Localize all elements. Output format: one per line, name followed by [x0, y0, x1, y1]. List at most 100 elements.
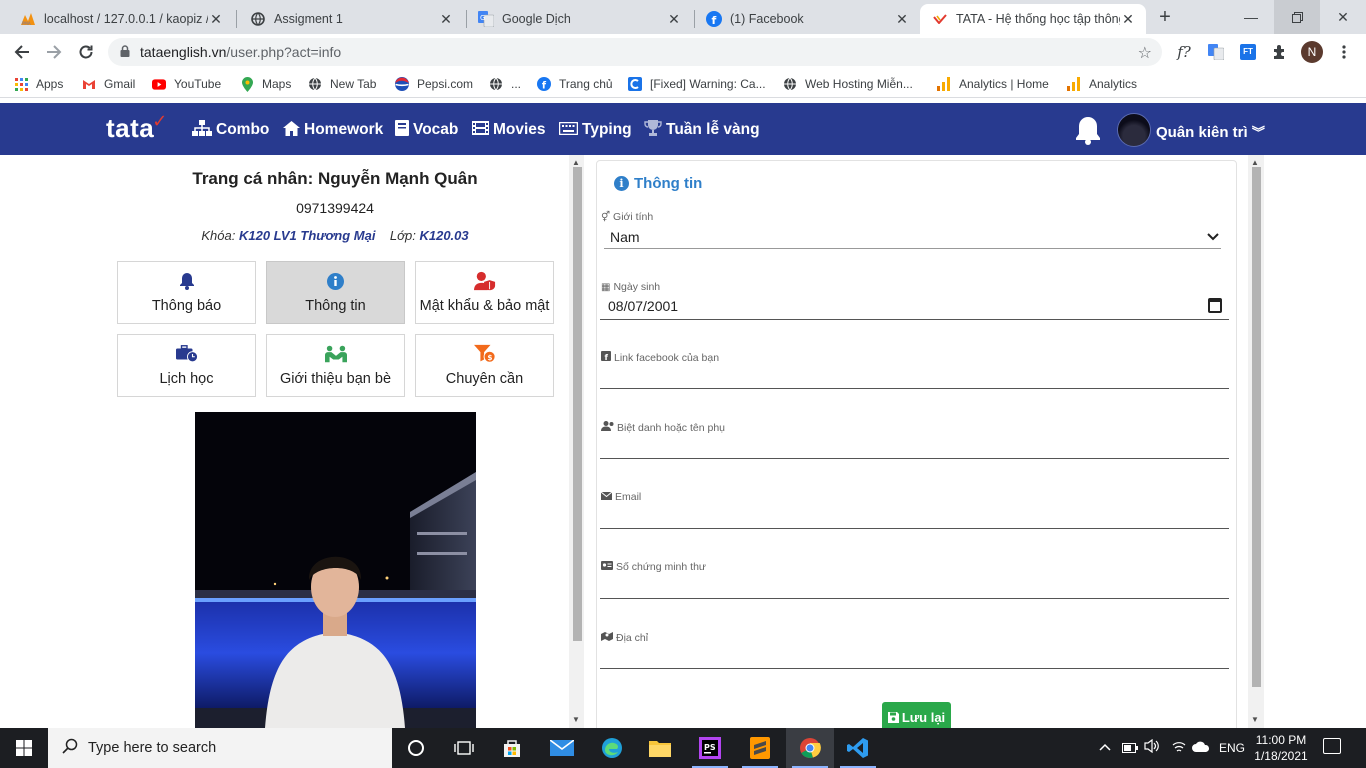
- clock[interactable]: 11:00 PM 1/18/2021: [1250, 732, 1312, 764]
- scroll-up-icon[interactable]: ▲: [1251, 158, 1259, 167]
- new-tab-button[interactable]: +: [1154, 6, 1176, 28]
- scroll-down-icon[interactable]: ▼: [572, 715, 580, 724]
- nav-movies[interactable]: Movies: [472, 120, 546, 140]
- notification-bell-icon[interactable]: [1074, 115, 1102, 152]
- chevron-up-icon[interactable]: [1099, 740, 1111, 754]
- menu-label: Chuyên cần: [445, 371, 524, 387]
- scroll-thumb[interactable]: [1252, 167, 1261, 687]
- file-explorer-icon[interactable]: [636, 728, 684, 768]
- close-tab-icon[interactable]: ✕: [438, 11, 454, 27]
- scroll-down-icon[interactable]: ▼: [1251, 715, 1259, 724]
- bookmark-fixed-warning[interactable]: [Fixed] Warning: Ca...: [628, 75, 766, 93]
- profile-avatar[interactable]: N: [1301, 41, 1323, 63]
- browser-tab-facebook[interactable]: f (1) Facebook ✕: [694, 4, 920, 34]
- nav-golden-week[interactable]: Tuần lễ vàng: [644, 120, 760, 140]
- task-view-icon[interactable]: [440, 728, 488, 768]
- user-menu[interactable]: Quân kiên trì ︾: [1156, 122, 1265, 141]
- kebab-menu-icon[interactable]: [1334, 42, 1354, 62]
- menu-schedule[interactable]: Lịch học: [117, 334, 256, 397]
- address-input[interactable]: [600, 646, 1229, 668]
- notification-center-icon[interactable]: [1323, 738, 1341, 754]
- cortana-icon[interactable]: [392, 728, 440, 768]
- birthday-underline: [600, 319, 1229, 320]
- gender-select[interactable]: Nam: [604, 227, 1221, 249]
- cloud-icon[interactable]: [1192, 741, 1210, 755]
- minimize-window-icon[interactable]: —: [1228, 0, 1274, 34]
- bookmark-gmail[interactable]: Gmail: [82, 75, 135, 93]
- back-arrow-icon[interactable]: [10, 40, 34, 64]
- bookmark-unnamed[interactable]: ...: [489, 75, 521, 93]
- id-card-icon: [601, 561, 613, 573]
- close-tab-icon[interactable]: ✕: [894, 11, 910, 27]
- bookmark-apps[interactable]: Apps: [14, 75, 63, 93]
- email-input[interactable]: [600, 506, 1229, 528]
- menu-info[interactable]: Thông tin: [266, 261, 405, 324]
- vscode-icon[interactable]: [834, 728, 882, 768]
- bookmark-youtube[interactable]: YouTube: [152, 75, 221, 93]
- menu-refer-friends[interactable]: Giới thiệu bạn bè: [266, 334, 405, 397]
- taskbar-search-input[interactable]: Type here to search: [48, 728, 392, 768]
- chrome-icon[interactable]: [786, 728, 834, 768]
- scroll-thumb[interactable]: [573, 167, 582, 641]
- birthday-input[interactable]: 08/07/2001: [600, 296, 1229, 318]
- left-panel-scrollbar[interactable]: ▲ ▼: [569, 155, 585, 728]
- close-tab-icon[interactable]: ✕: [208, 11, 224, 27]
- address-bar[interactable]: tataenglish.vn/user.php?act=info ☆: [108, 38, 1162, 66]
- nav-combo[interactable]: Combo: [192, 120, 269, 140]
- phpstorm-icon[interactable]: PS: [686, 728, 734, 768]
- facebook-link-input[interactable]: [600, 366, 1229, 388]
- extensions-puzzle-icon[interactable]: [1270, 42, 1290, 62]
- bookmark-star-icon[interactable]: ☆: [1138, 43, 1152, 63]
- scroll-up-icon[interactable]: ▲: [572, 158, 580, 167]
- reload-icon[interactable]: [74, 40, 98, 64]
- browser-toolbar: tataenglish.vn/user.php?act=info ☆ f? FT: [0, 34, 1366, 70]
- nav-typing[interactable]: Typing: [558, 120, 632, 140]
- save-button[interactable]: Lưu lại: [882, 702, 951, 728]
- close-window-icon[interactable]: ✕: [1320, 0, 1366, 34]
- bookmark-analytics[interactable]: Analytics: [1067, 75, 1137, 93]
- nav-vocab[interactable]: Vocab: [395, 120, 458, 140]
- tata-logo[interactable]: tata✓: [106, 111, 170, 144]
- right-panel-scrollbar[interactable]: ▲ ▼: [1248, 155, 1264, 728]
- close-tab-icon[interactable]: ✕: [1120, 11, 1136, 27]
- info-form-panel: i Thông tin ⚥ Giới tính Nam ▦ Ngày sinh 08…: [584, 155, 1248, 728]
- language-indicator[interactable]: ENG: [1219, 741, 1245, 755]
- idcard-label: Số chứng minh thư: [601, 561, 706, 573]
- browser-tab-assigment[interactable]: Assigment 1 ✕: [238, 4, 464, 34]
- restore-window-icon[interactable]: [1274, 0, 1320, 34]
- browser-tab-phpmyadmin[interactable]: PMA localhost / 127.0.0.1 / kaopiz / ✕: [8, 4, 234, 34]
- battery-icon[interactable]: [1122, 742, 1138, 756]
- store-icon[interactable]: [488, 728, 536, 768]
- translate-extension-icon[interactable]: [1206, 42, 1226, 62]
- site-header: tata✓ Combo Homework Vocab Movies Typing…: [0, 103, 1366, 155]
- bookmark-trang-chu[interactable]: f Trang chủ: [537, 75, 613, 93]
- idcard-input[interactable]: [600, 576, 1229, 598]
- globe-icon: [783, 77, 797, 91]
- forward-arrow-icon[interactable]: [42, 40, 66, 64]
- nav-homework[interactable]: Homework: [283, 120, 383, 140]
- formula-extension-icon[interactable]: f?: [1174, 42, 1194, 62]
- menu-notifications[interactable]: Thông báo: [117, 261, 256, 324]
- menu-label: Giới thiệu bạn bè: [279, 371, 392, 387]
- mail-icon[interactable]: [538, 728, 586, 768]
- user-avatar[interactable]: [1117, 113, 1151, 147]
- bookmark-web-hosting[interactable]: Web Hosting Miễn...: [783, 75, 913, 93]
- ft-extension-icon[interactable]: FT: [1238, 42, 1258, 62]
- sublime-text-icon[interactable]: [736, 728, 784, 768]
- close-tab-icon[interactable]: ✕: [666, 11, 682, 27]
- bookmark-analytics-home[interactable]: Analytics | Home: [937, 75, 1049, 93]
- profile-title: Trang cá nhân: Nguyễn Mạnh Quân: [192, 169, 478, 188]
- speaker-icon[interactable]: [1144, 738, 1160, 756]
- bookmark-pepsi[interactable]: Pepsi.com: [395, 75, 473, 93]
- menu-attendance[interactable]: $ Chuyên cần: [415, 334, 554, 397]
- date-picker-icon[interactable]: [1208, 298, 1222, 313]
- windows-start-icon[interactable]: [0, 728, 48, 768]
- bookmark-new-tab[interactable]: New Tab: [308, 75, 376, 93]
- edge-icon[interactable]: [588, 728, 636, 768]
- bookmark-maps[interactable]: Maps: [240, 75, 291, 93]
- menu-password-security[interactable]: Mật khẩu & bảo mật: [415, 261, 554, 324]
- browser-tab-tata[interactable]: TATA - Hệ thống học tập thông ✕: [920, 4, 1146, 34]
- wifi-icon[interactable]: [1171, 740, 1187, 756]
- browser-tab-google-translate[interactable]: G Google Dịch ✕: [466, 4, 692, 34]
- nickname-input[interactable]: [600, 436, 1229, 458]
